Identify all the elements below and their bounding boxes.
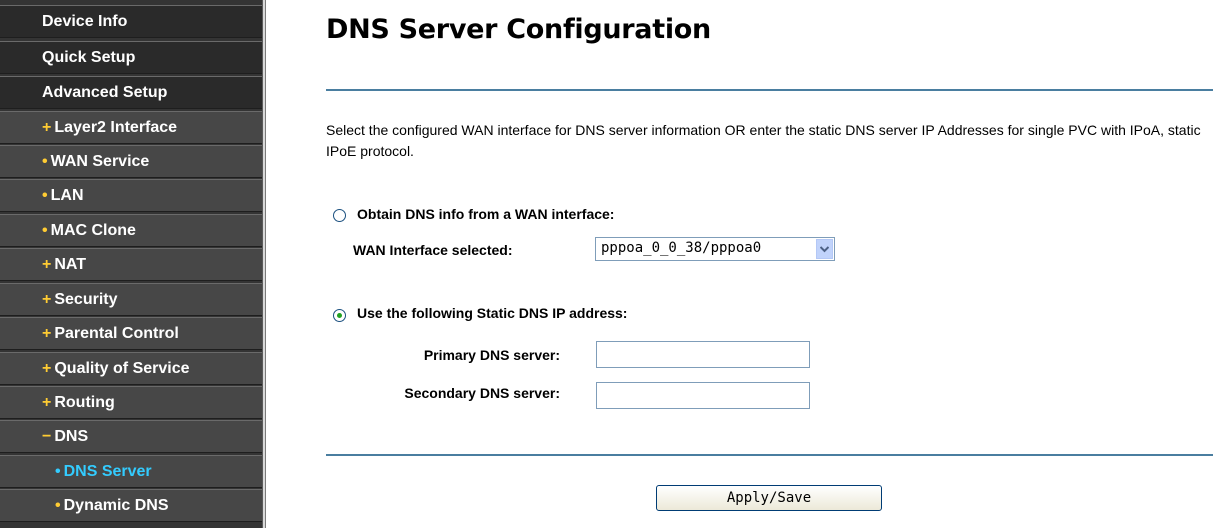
primary-dns-label: Primary DNS server:	[423, 347, 560, 363]
expand-plus-icon: +	[42, 360, 52, 377]
sidebar-item-parental-control[interactable]: + Parental Control	[0, 317, 262, 350]
sidebar-item-label: MAC Clone	[50, 222, 136, 239]
sidebar-divider	[262, 0, 268, 528]
sidebar-item-dns[interactable]: − DNS	[0, 420, 262, 453]
wan-interface-select[interactable]: pppoa_0_0_38/pppoa0	[595, 237, 835, 261]
sidebar-item-advanced-setup[interactable]: Advanced Setup	[0, 76, 262, 109]
sidebar-item-dns-server[interactable]: • DNS Server	[0, 455, 262, 488]
expand-plus-icon: +	[42, 325, 52, 342]
page-title: DNS Server Configuration	[326, 14, 711, 45]
bullet-icon: •	[55, 497, 61, 514]
apply-save-button[interactable]: Apply/Save	[656, 485, 882, 511]
sidebar-item-quick-setup[interactable]: Quick Setup	[0, 41, 262, 74]
sidebar-item-label: NAT	[54, 256, 87, 273]
radio-wan-interface[interactable]	[333, 209, 346, 222]
sidebar-item-security[interactable]: + Security	[0, 283, 262, 316]
radio-static-dns-label: Use the following Static DNS IP address:	[357, 305, 628, 321]
bullet-icon: •	[42, 222, 48, 239]
radio-wan-interface-label: Obtain DNS info from a WAN interface:	[357, 206, 615, 222]
chevron-down-icon[interactable]	[816, 239, 833, 259]
sidebar-item-device-info[interactable]: Device Info	[0, 5, 262, 38]
sidebar-item-quality-of-service[interactable]: + Quality of Service	[0, 352, 262, 385]
radio-selected-dot	[337, 313, 342, 318]
sidebar-item-dynamic-dns[interactable]: • Dynamic DNS	[0, 489, 262, 522]
divider-top	[326, 89, 1213, 91]
sidebar-item-label: Security	[54, 291, 118, 308]
sidebar-item-nat[interactable]: + NAT	[0, 248, 262, 281]
bullet-icon: •	[42, 187, 48, 204]
sidebar-item-layer2-interface[interactable]: + Layer2 Interface	[0, 111, 262, 144]
page-description: Select the configured WAN interface for …	[326, 122, 1201, 159]
collapse-minus-icon: −	[42, 428, 52, 445]
sidebar-item-label: DNS Server	[63, 463, 152, 480]
sidebar-item-wan-service[interactable]: • WAN Service	[0, 145, 262, 178]
sidebar-item-label: Parental Control	[54, 325, 179, 342]
secondary-dns-label: Secondary DNS server:	[404, 385, 560, 401]
sidebar-item-mac-clone[interactable]: • MAC Clone	[0, 214, 262, 247]
sidebar-item-label: Dynamic DNS	[63, 497, 169, 514]
sidebar-item-label: Device Info	[42, 13, 128, 30]
sidebar-item-routing[interactable]: + Routing	[0, 386, 262, 419]
sidebar-item-label: Routing	[54, 394, 115, 411]
sidebar-item-label: Layer2 Interface	[54, 119, 178, 136]
sidebar-item-label: WAN Service	[50, 153, 150, 170]
sidebar-item-label: DNS	[54, 428, 89, 445]
sidebar-item-label: Advanced Setup	[42, 84, 168, 101]
sidebar-item-label: Quality of Service	[54, 360, 190, 377]
sidebar-menu: Device Info Quick Setup Advanced Setup +…	[0, 0, 262, 528]
secondary-dns-input[interactable]	[596, 382, 810, 409]
radio-static-dns[interactable]	[333, 309, 346, 322]
primary-dns-input[interactable]	[596, 341, 810, 368]
expand-plus-icon: +	[42, 394, 52, 411]
expand-plus-icon: +	[42, 256, 52, 273]
sidebar-item-label: Quick Setup	[42, 49, 136, 66]
wan-interface-select-value: pppoa_0_0_38/pppoa0	[601, 240, 762, 256]
expand-plus-icon: +	[42, 119, 52, 136]
sidebar-item-lan[interactable]: • LAN	[0, 179, 262, 212]
expand-plus-icon: +	[42, 291, 52, 308]
sidebar-item-label: LAN	[50, 187, 84, 204]
bullet-icon: •	[42, 153, 48, 170]
divider-bottom	[326, 454, 1213, 456]
wan-interface-label: WAN Interface selected:	[353, 242, 513, 258]
bullet-icon: •	[55, 463, 61, 480]
